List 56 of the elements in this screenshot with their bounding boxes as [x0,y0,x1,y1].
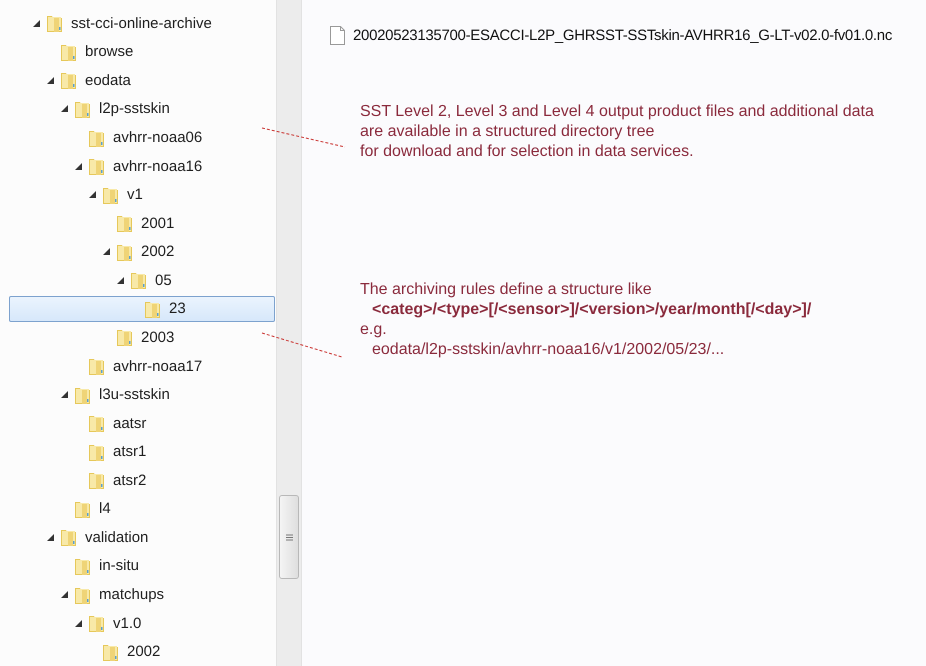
folder-icon [88,413,106,434]
tree-item[interactable]: validation [9,524,275,551]
expanded-arrow-icon[interactable] [60,590,69,600]
tree-item[interactable]: l3u-sstskin [9,381,275,408]
folder-icon [88,156,106,176]
note-text: eodata/l2p-sstskin/avhrr-noaa16/v1/2002/05/23/... [371,340,726,360]
tree-item[interactable]: v1 [9,181,275,208]
tree-item[interactable]: 2002 [9,238,275,266]
expanded-arrow-icon[interactable] [102,247,111,256]
folder-icon [60,70,78,90]
tree-item[interactable]: atsr1 [9,438,275,466]
expanded-arrow-icon[interactable] [60,390,69,400]
folder-icon [46,13,64,34]
tree-item[interactable]: 2002 [9,638,275,666]
folder-icon [116,327,134,348]
tree-item[interactable]: eodata [9,67,275,94]
tree-item[interactable]: atsr2 [9,466,275,494]
note-text: The archiving rules define a structure like [360,280,653,300]
note-text: SST Level 2, Level 3 and Level 4 output product files and additional data [360,102,875,122]
scrollbar-thumb[interactable] [279,495,299,579]
tree-item[interactable]: browse [9,38,275,66]
expanded-arrow-icon[interactable] [46,76,55,85]
note-text: <categ>/<type>[/<sensor>]/<version>/year/month[/<day>]/ [371,300,812,320]
folder-icon [116,213,134,234]
tree-item[interactable]: l4 [9,495,275,522]
expanded-arrow-icon[interactable] [74,162,83,171]
expanded-arrow-icon[interactable] [88,190,97,200]
expanded-arrow-icon[interactable] [32,18,41,28]
tree-item[interactable]: 2003 [9,324,275,351]
expanded-arrow-icon[interactable] [60,104,69,114]
tree-item[interactable]: sst-cci-online-archive [9,10,275,37]
tree-item[interactable]: 2001 [9,210,275,237]
tree-item[interactable]: avhrr-noaa16 [9,152,275,180]
tree-item[interactable]: 23 [9,296,275,322]
tree-item[interactable]: in-situ [9,552,275,580]
folder-icon [130,270,148,290]
expanded-arrow-icon[interactable] [74,618,83,628]
file-icon [330,26,345,45]
tree-item[interactable]: avhrr-noaa17 [9,352,275,380]
tree-item[interactable]: 05 [9,266,275,294]
tree-item[interactable]: avhrr-noaa06 [9,124,275,151]
folder-icon [60,527,78,548]
folder-icon [88,356,106,376]
note-text: e.g. [360,320,388,340]
tree-item[interactable]: matchups [9,581,275,608]
tree-item[interactable]: v1.0 [9,610,275,636]
tree-item[interactable]: l2p-sstskin [9,96,275,122]
folder-icon [88,613,106,634]
expanded-arrow-icon[interactable] [46,532,55,542]
folder-icon [88,470,106,490]
note-text: are available in a structured directory tree [360,122,656,142]
scrollbar[interactable] [276,0,302,666]
expanded-arrow-icon[interactable] [116,276,125,285]
tree-item[interactable]: aatsr [9,410,275,437]
file-name[interactable]: 20020523135700-ESACCI-L2P_GHRSST-SSTskin-AVHRR16_G-LT-v02.0-fv01.0.nc [353,27,892,44]
note-text: for download and for selection in data services. [360,142,695,162]
